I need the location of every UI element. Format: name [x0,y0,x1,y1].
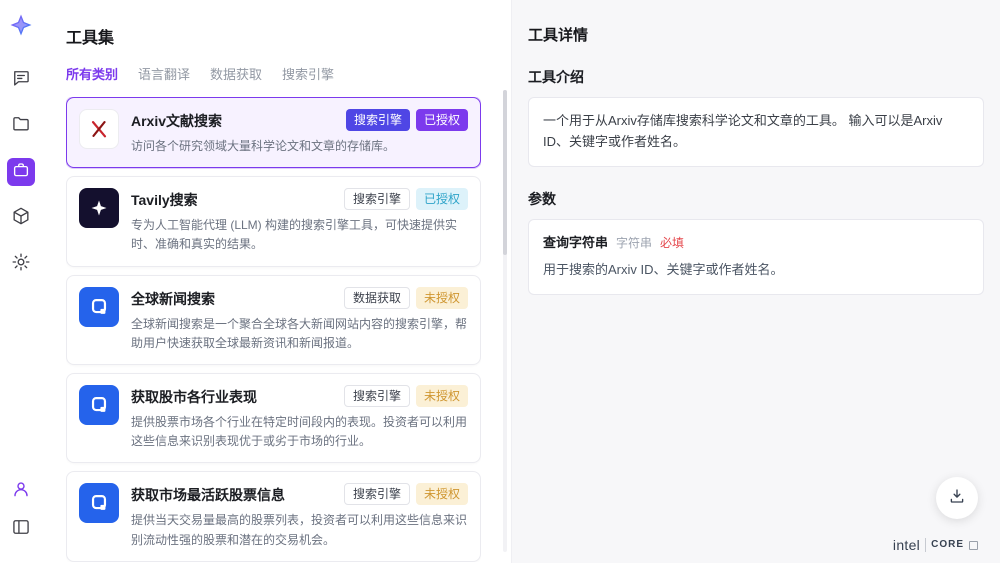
user-icon [11,479,31,504]
tool-description: 专为人工智能代理 (LLM) 构建的搜索引擎工具，可快速提供实时、准确和真实的结… [131,216,468,254]
app-window: 工具集 所有类别 语言翻译 数据获取 搜索引擎 Arxiv文献搜索 [0,0,1000,563]
auth-status-badge: 已授权 [416,188,468,210]
tool-name: 获取市场最活跃股票信息 [131,483,285,505]
category-tabs: 所有类别 语言翻译 数据获取 搜索引擎 [66,64,481,83]
tavily-star-icon [79,188,119,228]
nav-files[interactable] [7,112,35,140]
nav-collapse[interactable] [7,515,35,543]
tool-list: Arxiv文献搜索 搜索引擎 已授权 访问各个研究领域大量科学论文和文章的存储库… [66,97,481,562]
scrollbar-track [503,90,507,552]
category-badge: 搜索引擎 [344,483,410,505]
tool-card-global-news[interactable]: 全球新闻搜索 数据获取 未授权 全球新闻搜索是一个聚合全球各大新闻网站内容的搜索… [66,275,481,365]
intel-core-logo: intel CORE [893,537,978,553]
download-button[interactable] [936,477,978,519]
category-badge: 搜索引擎 [344,385,410,407]
tab-data-fetching[interactable]: 数据获取 [210,64,262,83]
tool-intro-text: 一个用于从Arxiv存储库搜索科学论文和文章的工具。 输入可以是Arxiv ID… [528,97,984,167]
folder-icon [11,114,31,139]
core-badge-box [969,541,978,550]
category-badge: 搜索引擎 [344,188,410,210]
blue-q-logo-icon [79,483,119,523]
tool-description: 全球新闻搜索是一个聚合全球各大新闻网站内容的搜索引擎，帮助用户快速获取全球最新资… [131,315,468,353]
blue-q-logo-icon [79,287,119,327]
tool-description: 访问各个研究领域大量科学论文和文章的存储库。 [131,137,468,156]
auth-status-badge: 已授权 [416,109,468,131]
cube-icon [11,206,31,231]
params-heading: 参数 [528,189,984,209]
detail-title: 工具详情 [528,24,984,45]
tab-language-translation[interactable]: 语言翻译 [138,64,190,83]
tool-name: 全球新闻搜索 [131,287,215,309]
briefcase-icon [12,161,30,184]
tool-description: 提供股票市场各个行业在特定时间段内的表现。投资者可以利用这些信息来识别表现优于或… [131,413,468,451]
category-badge: 数据获取 [344,287,410,309]
tool-name: Tavily搜索 [131,188,198,210]
tool-list-panel: 工具集 所有类别 语言翻译 数据获取 搜索引擎 Arxiv文献搜索 [42,0,512,563]
tool-card-arxiv[interactable]: Arxiv文献搜索 搜索引擎 已授权 访问各个研究领域大量科学论文和文章的存储库… [66,97,481,168]
panel-layout-icon [11,517,31,542]
param-type: 字符串 [616,234,652,253]
app-logo [8,12,34,38]
nav-account[interactable] [7,477,35,505]
nav-rail [0,0,42,563]
core-wordmark: CORE [925,538,964,552]
tool-name: Arxiv文献搜索 [131,109,222,131]
category-badge: 搜索引擎 [346,109,410,131]
tool-detail-panel: 工具详情 工具介绍 一个用于从Arxiv存储库搜索科学论文和文章的工具。 输入可… [512,0,1000,563]
intel-wordmark: intel [893,537,920,553]
tool-description: 提供当天交易量最高的股票列表，投资者可以利用这些信息来识别流动性强的股票和潜在的… [131,511,468,549]
param-card: 查询字符串 字符串 必填 用于搜索的Arxiv ID、关键字或作者姓名。 [528,219,984,296]
intro-heading: 工具介绍 [528,67,984,87]
gear-icon [11,252,31,277]
tool-card-stock-sectors[interactable]: 获取股市各行业表现 搜索引擎 未授权 提供股票市场各个行业在特定时间段内的表现。… [66,373,481,463]
param-name: 查询字符串 [543,233,608,254]
chat-icon [11,68,31,93]
nav-settings[interactable] [7,250,35,278]
auth-status-badge: 未授权 [416,483,468,505]
blue-q-logo-icon [79,385,119,425]
param-description: 用于搜索的Arxiv ID、关键字或作者姓名。 [543,260,969,281]
tool-card-tavily[interactable]: Tavily搜索 搜索引擎 已授权 专为人工智能代理 (LLM) 构建的搜索引擎… [66,176,481,266]
tab-search-engine[interactable]: 搜索引擎 [282,64,334,83]
tool-card-active-stocks[interactable]: 获取市场最活跃股票信息 搜索引擎 未授权 提供当天交易量最高的股票列表，投资者可… [66,471,481,561]
auth-status-badge: 未授权 [416,287,468,309]
auth-status-badge: 未授权 [416,385,468,407]
scrollbar-thumb[interactable] [503,90,507,255]
arxiv-logo-icon [79,109,119,149]
tool-name: 获取股市各行业表现 [131,385,257,407]
download-icon [948,487,966,510]
nav-chat[interactable] [7,66,35,94]
tab-all-categories[interactable]: 所有类别 [66,64,118,83]
page-title: 工具集 [66,24,481,48]
param-required-badge: 必填 [660,234,684,253]
nav-plugins[interactable] [7,204,35,232]
nav-tools[interactable] [7,158,35,186]
